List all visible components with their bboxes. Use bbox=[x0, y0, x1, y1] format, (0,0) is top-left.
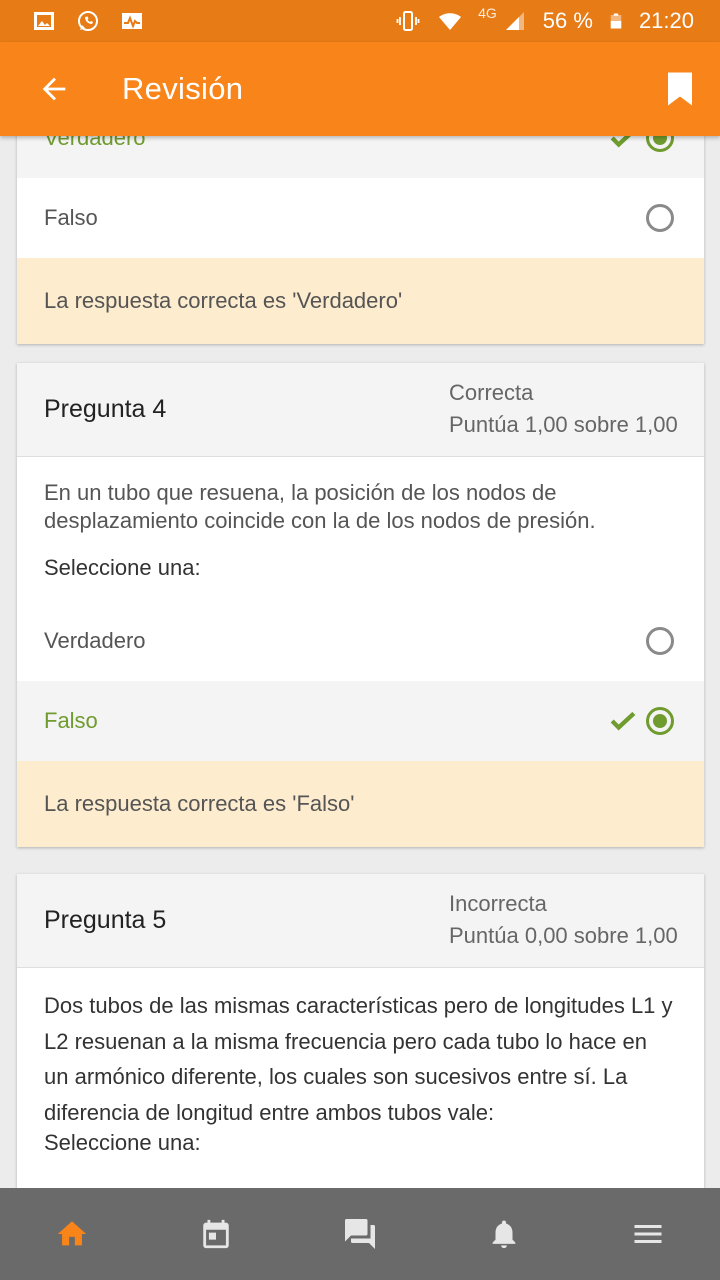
status-bar: 4G 56 % 21:20 bbox=[0, 0, 720, 42]
option-verdadero[interactable]: Verdadero bbox=[17, 136, 704, 178]
battery-icon bbox=[610, 13, 622, 29]
option-verdadero[interactable]: Verdadero bbox=[17, 601, 704, 681]
gallery-notification-icon bbox=[34, 12, 54, 30]
nav-menu[interactable] bbox=[618, 1204, 678, 1264]
question-status: Correcta Puntúa 1,00 sobre 1,00 bbox=[449, 377, 678, 441]
nav-calendar[interactable] bbox=[186, 1204, 246, 1264]
arrow-back-icon bbox=[42, 77, 66, 101]
radio-selected-icon[interactable] bbox=[646, 136, 674, 152]
radio-selected-icon[interactable] bbox=[646, 707, 674, 735]
page-title: Revisión bbox=[122, 71, 244, 106]
status-label: Correcta bbox=[449, 380, 534, 405]
question-header: Pregunta 4 Correcta Puntúa 1,00 sobre 1,… bbox=[17, 363, 704, 457]
bottom-navigation bbox=[0, 1188, 720, 1280]
question-status: Incorrecta Puntúa 0,00 sobre 1,00 bbox=[449, 888, 678, 952]
score-label: Puntúa 1,00 sobre 1,00 bbox=[449, 412, 678, 437]
app-bar: Revisión bbox=[0, 42, 720, 136]
calendar-icon bbox=[203, 1219, 229, 1249]
clock: 21:20 bbox=[638, 8, 694, 33]
cell-signal-icon bbox=[505, 12, 524, 30]
question-text: En un tubo que resuena, la posición de l… bbox=[44, 480, 596, 533]
vibrate-icon bbox=[396, 11, 420, 31]
home-icon bbox=[57, 1221, 87, 1246]
question-card-3: Verdadero Falso La respuesta correcta es… bbox=[17, 136, 704, 344]
correct-answer-feedback: La respuesta correcta es 'Verdadero' bbox=[17, 258, 704, 344]
battery-percent: 56 % bbox=[542, 8, 593, 33]
option-label: Verdadero bbox=[44, 136, 146, 150]
whatsapp-notification-icon bbox=[78, 11, 98, 31]
bell-icon bbox=[492, 1220, 516, 1249]
option-label: Falso bbox=[44, 205, 98, 230]
option-label: Falso bbox=[44, 708, 98, 733]
question-text: Dos tubos de las mismas características … bbox=[44, 993, 673, 1125]
question-card-5: Pregunta 5 Incorrecta Puntúa 0,00 sobre … bbox=[17, 874, 704, 1188]
nav-messages[interactable] bbox=[330, 1204, 390, 1264]
check-icon bbox=[610, 711, 636, 731]
question-prompt: Seleccione una: bbox=[44, 555, 201, 580]
status-label: Incorrecta bbox=[449, 891, 547, 916]
radio-unselected-icon[interactable] bbox=[646, 204, 674, 232]
option-label: Verdadero bbox=[44, 628, 146, 653]
question-prompt: Seleccione una: bbox=[44, 1130, 201, 1155]
activity-notification-icon bbox=[122, 13, 142, 29]
messages-icon bbox=[345, 1219, 375, 1249]
option-falso[interactable]: Falso bbox=[17, 681, 704, 761]
radio-unselected-icon[interactable] bbox=[646, 627, 674, 655]
wifi-icon bbox=[439, 13, 462, 30]
question-body: En un tubo que resuena, la posición de l… bbox=[17, 457, 704, 581]
nav-home[interactable] bbox=[42, 1204, 102, 1264]
question-title: Pregunta 4 bbox=[44, 395, 167, 423]
bookmark-button[interactable] bbox=[660, 64, 700, 114]
score-label: Puntúa 0,00 sobre 1,00 bbox=[449, 923, 678, 948]
question-title: Pregunta 5 bbox=[44, 906, 167, 934]
menu-icon bbox=[634, 1225, 662, 1243]
nav-notifications[interactable] bbox=[474, 1204, 534, 1264]
review-content[interactable]: Verdadero Falso La respuesta correcta es… bbox=[0, 136, 720, 1188]
question-card-4: Pregunta 4 Correcta Puntúa 1,00 sobre 1,… bbox=[17, 363, 704, 847]
correct-answer-feedback: La respuesta correcta es 'Falso' bbox=[17, 761, 704, 847]
question-header: Pregunta 5 Incorrecta Puntúa 0,00 sobre … bbox=[17, 874, 704, 968]
check-icon bbox=[610, 136, 632, 148]
back-button[interactable] bbox=[24, 59, 84, 119]
bookmark-icon bbox=[668, 72, 692, 106]
question-body: Dos tubos de las mismas características … bbox=[17, 968, 704, 1156]
option-falso[interactable]: Falso bbox=[17, 178, 704, 258]
network-type: 4G bbox=[478, 5, 497, 21]
